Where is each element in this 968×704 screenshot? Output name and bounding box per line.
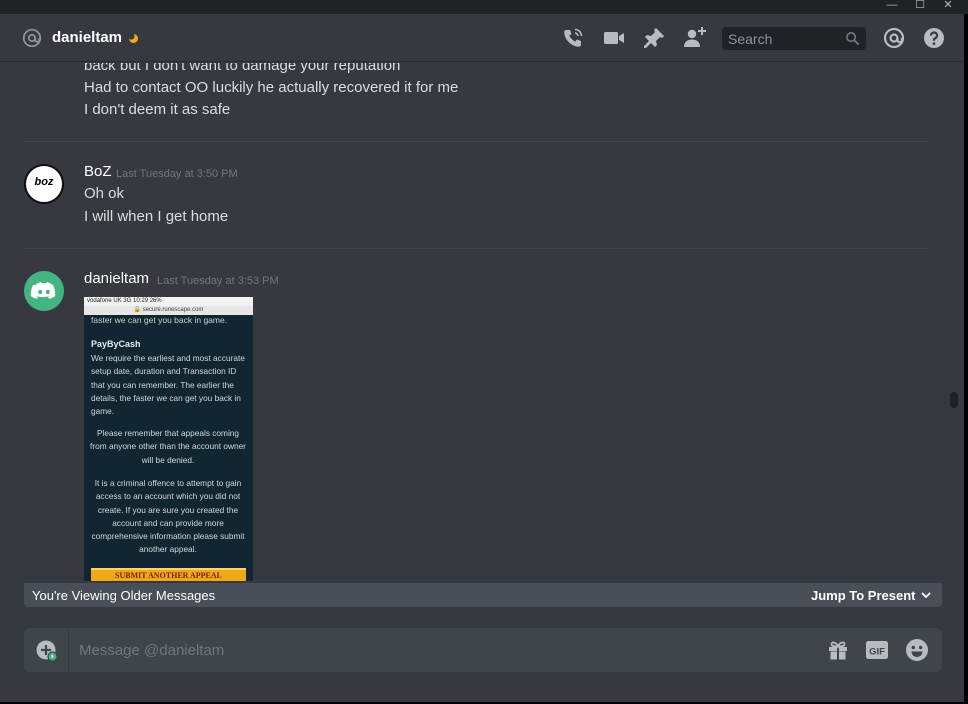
message-text: back but I don't want to damage your rep… [84, 63, 401, 74]
pin-icon[interactable] [642, 26, 666, 50]
mentions-icon[interactable] [882, 26, 906, 50]
older-messages-text: You're Viewing Older Messages [32, 588, 216, 603]
message-author[interactable]: danieltam [84, 270, 149, 287]
message-author[interactable]: BoZ [84, 163, 112, 180]
older-messages-bar: You're Viewing Older Messages Jump To Pr… [24, 583, 942, 607]
message-text: I don't deem it as safe [84, 101, 231, 118]
gif-icon[interactable]: GIF [865, 638, 889, 662]
idle-moon-icon [129, 34, 138, 43]
emoji-icon[interactable] [905, 638, 929, 662]
at-icon [22, 28, 42, 48]
message-list: back but I don't want to damage your rep… [0, 63, 950, 583]
message-input[interactable] [79, 628, 809, 672]
message-text: Oh ok [84, 185, 125, 202]
message-text: Had to contact OO luckily he actually re… [84, 79, 459, 96]
submit-appeal-button: SUBMIT ANOTHER APPEAL [91, 568, 246, 581]
jump-to-present-button[interactable]: Jump To Present [811, 588, 916, 603]
close-window-button[interactable]: ✕ [934, 0, 962, 14]
image-attachment[interactable]: vodafone UK 3G 10:29 26% 🔒 secure.runesc… [84, 297, 253, 581]
upload-button[interactable] [24, 628, 69, 672]
phone-status-bar: vodafone UK 3G 10:29 26% [84, 297, 253, 306]
avatar-boz[interactable]: boz [24, 164, 64, 204]
minimize-button[interactable]: — [878, 0, 906, 14]
help-icon[interactable] [922, 26, 946, 50]
upload-plus-icon [36, 640, 58, 662]
phone-url-bar: 🔒 secure.runescape.com [84, 306, 253, 315]
avatar-danieltam[interactable] [24, 271, 64, 311]
search-box[interactable] [722, 27, 866, 50]
message-divider [24, 248, 928, 249]
attachment-text: We require the earliest and most accurat… [91, 353, 245, 417]
message-composer: GIF [24, 628, 942, 672]
discord-logo-icon [30, 282, 56, 299]
boz-avatar-text: boz [34, 176, 54, 188]
search-input[interactable] [722, 27, 840, 50]
attachment-text: It is a criminal offence to attempt to g… [91, 478, 245, 555]
chat-header: danieltam [0, 14, 964, 62]
window-titlebar: — ☐ ✕ [0, 0, 968, 14]
message-divider [24, 141, 928, 142]
scrollbar-thumb[interactable] [950, 392, 958, 408]
attachment-text: Please remember that appeals coming from… [90, 428, 246, 465]
gift-icon[interactable] [826, 638, 850, 662]
search-icon [846, 32, 860, 46]
chevron-down-icon[interactable] [920, 589, 932, 601]
attachment-heading: PayByCash [91, 339, 141, 349]
message-timestamp: Last Tuesday at 3:53 PM [157, 275, 279, 287]
message-timestamp: Last Tuesday at 3:50 PM [116, 168, 238, 180]
attachment-text: faster we can get you back in game. [91, 315, 228, 325]
discord-app: danieltam Search back but I don't want t… [0, 14, 964, 702]
video-icon[interactable] [602, 26, 626, 50]
message-text: I will when I get home [84, 208, 229, 225]
add-friend-icon[interactable] [682, 26, 706, 50]
maximize-button[interactable]: ☐ [906, 0, 934, 14]
svg-text:GIF: GIF [869, 647, 885, 658]
call-icon[interactable] [561, 26, 585, 50]
dm-username: danieltam [52, 29, 123, 46]
